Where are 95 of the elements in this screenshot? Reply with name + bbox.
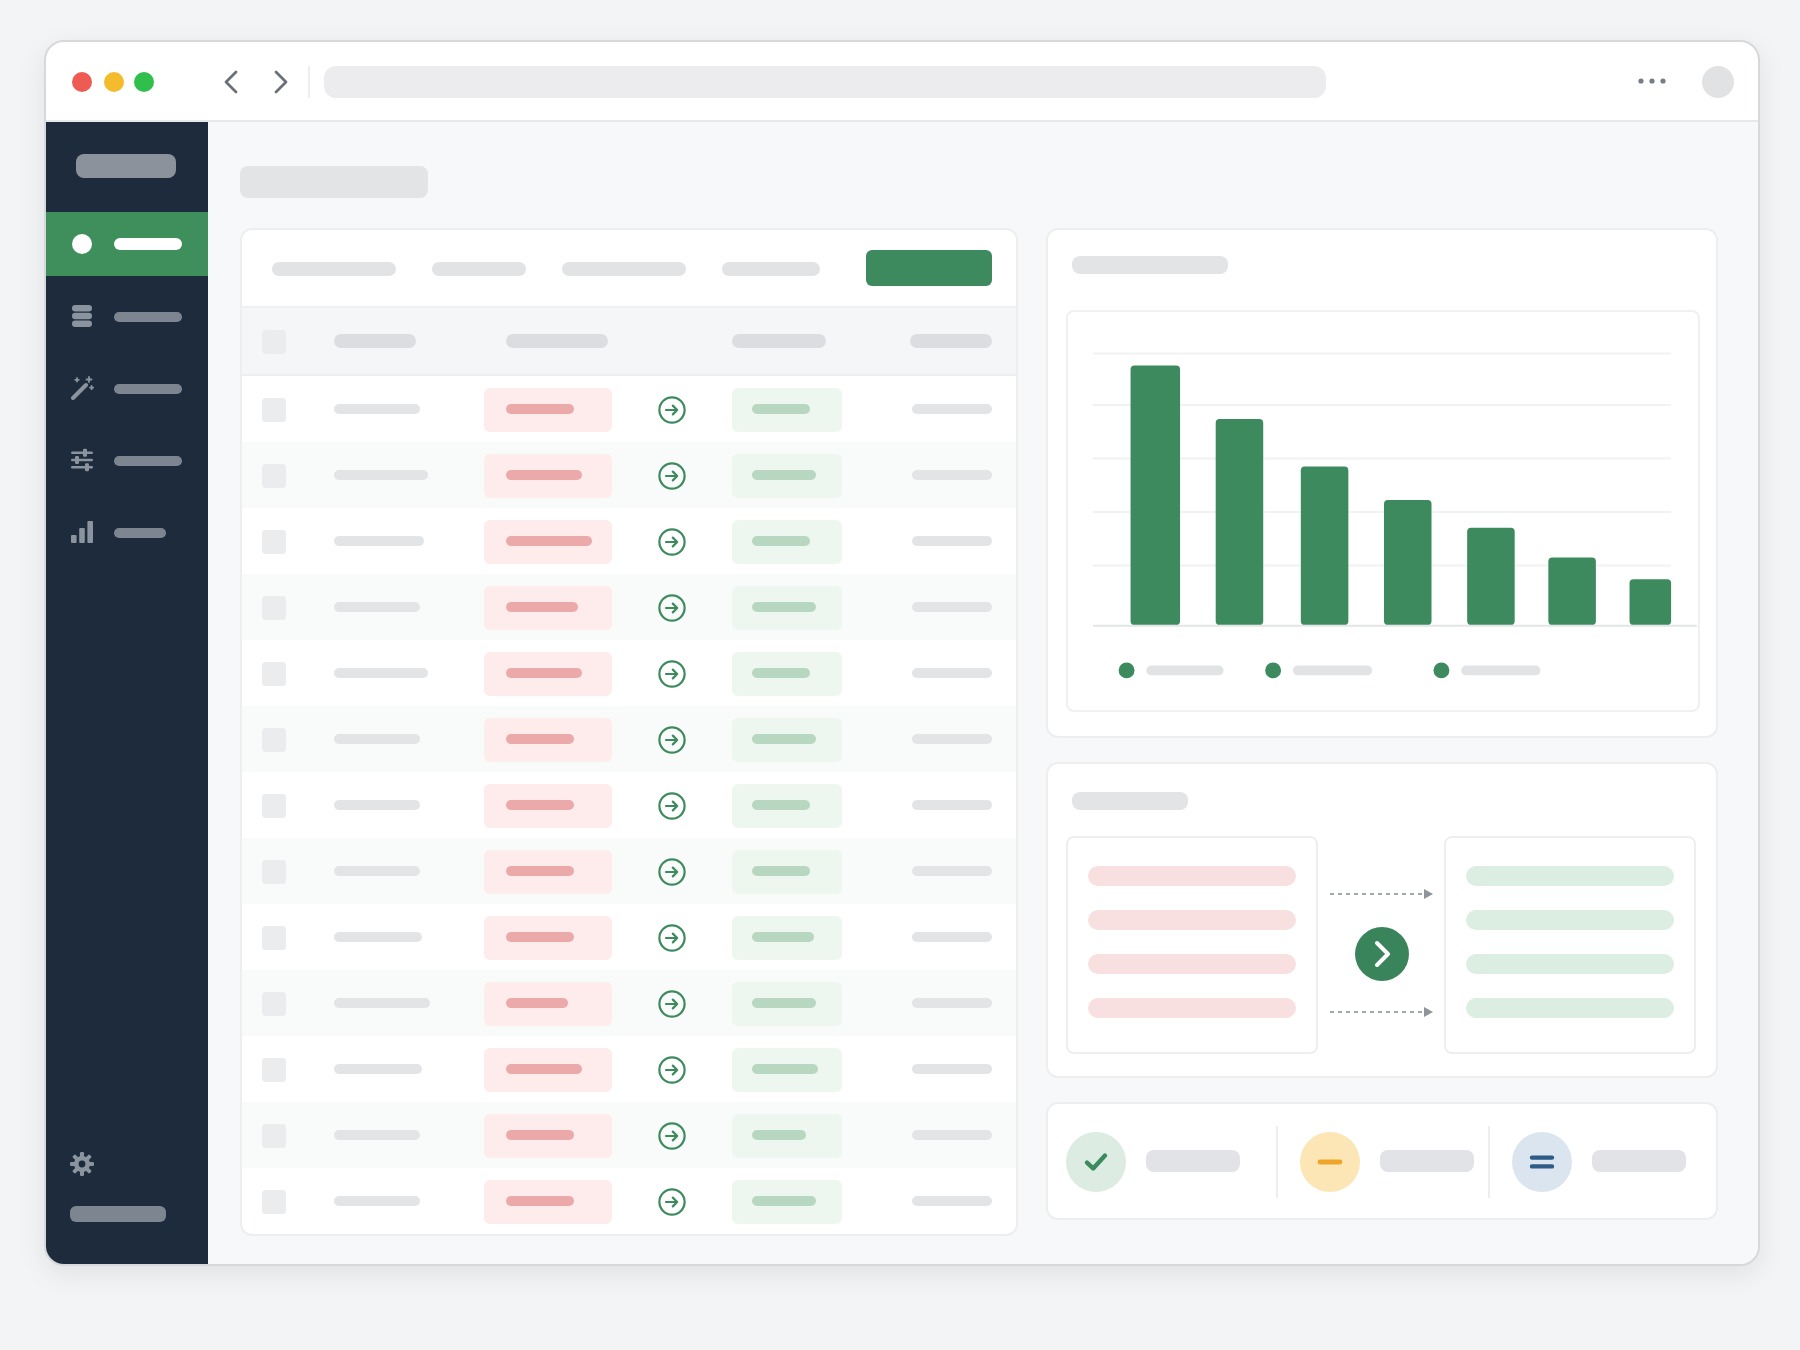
column-header-placeholder — [732, 334, 826, 348]
column-header-placeholder — [506, 334, 608, 348]
tag-placeholder — [506, 1130, 574, 1140]
more-icon[interactable] — [1638, 78, 1666, 84]
wand-icon — [70, 376, 94, 400]
tag-placeholder — [506, 800, 574, 810]
tag-placeholder — [752, 932, 814, 942]
legend-label-placeholder — [1292, 665, 1373, 676]
filter-placeholder — [722, 261, 820, 275]
arrow-circle-icon[interactable] — [658, 857, 686, 885]
tag-placeholder — [752, 404, 810, 414]
label-placeholder — [114, 455, 182, 465]
arrow-circle-icon[interactable] — [658, 593, 686, 621]
tag-placeholder — [506, 404, 574, 414]
arrow-circle-icon[interactable] — [658, 1187, 686, 1215]
cell-placeholder — [334, 404, 420, 414]
legend-label-placeholder — [1461, 665, 1541, 676]
cell-placeholder — [334, 1196, 420, 1206]
chevron-left-icon[interactable] — [224, 69, 238, 93]
tag-placeholder — [506, 866, 574, 876]
arrow-circle-icon[interactable] — [658, 461, 686, 489]
chart-bar — [1548, 557, 1596, 625]
label-placeholder — [114, 383, 182, 393]
cell-placeholder — [334, 536, 424, 546]
tag-placeholder — [752, 536, 810, 546]
tag-placeholder — [506, 932, 574, 942]
tag-placeholder — [752, 734, 816, 744]
chart-bar — [1629, 579, 1672, 625]
legend-label-placeholder — [1146, 665, 1224, 676]
cell-placeholder — [912, 1196, 992, 1206]
tag-placeholder — [752, 866, 810, 876]
chart-bar — [1467, 527, 1515, 625]
cell-placeholder — [334, 800, 420, 810]
cell-placeholder — [912, 1064, 992, 1074]
sliders-icon — [70, 448, 94, 472]
tag-placeholder — [506, 1196, 574, 1206]
tag-placeholder — [752, 1130, 806, 1140]
arrow-circle-icon[interactable] — [658, 1121, 686, 1149]
tag-placeholder — [506, 602, 578, 612]
tag-placeholder — [752, 470, 816, 480]
filter-placeholder — [562, 261, 686, 275]
legend-dot-icon — [1265, 662, 1282, 679]
dotted-arrow — [1329, 889, 1433, 899]
tag-placeholder — [506, 998, 568, 1008]
cell-placeholder — [334, 668, 428, 678]
label-placeholder — [114, 311, 182, 321]
dot-icon — [72, 234, 92, 254]
dotted-arrow — [1329, 1007, 1433, 1017]
tag-placeholder — [506, 668, 582, 678]
arrow-circle-icon[interactable] — [658, 659, 686, 687]
tag-placeholder — [506, 734, 574, 744]
arrow-circle-icon[interactable] — [658, 989, 686, 1017]
chevron-circle-icon[interactable] — [1355, 927, 1409, 981]
legend-dot-icon — [1433, 662, 1450, 679]
cell-placeholder — [334, 1064, 422, 1074]
filter-placeholder — [272, 261, 396, 275]
cell-placeholder — [334, 932, 422, 942]
arrow-circle-icon[interactable] — [658, 395, 686, 423]
nav-item[interactable] — [46, 212, 208, 276]
arrow-circle-icon[interactable] — [658, 1055, 686, 1083]
tag-placeholder — [752, 602, 816, 612]
chart-bar — [1384, 500, 1432, 625]
arrow-circle-icon[interactable] — [658, 725, 686, 753]
database-icon — [70, 304, 94, 328]
legend-dot-icon — [1118, 662, 1135, 679]
tag-placeholder — [506, 1064, 582, 1074]
cell-placeholder — [912, 800, 992, 810]
arrow-circle-icon[interactable] — [658, 527, 686, 555]
label-placeholder — [114, 527, 166, 537]
cell-placeholder — [912, 932, 992, 942]
cell-placeholder — [912, 668, 992, 678]
settings-icon[interactable] — [70, 1152, 94, 1176]
bar-chart-icon — [70, 520, 94, 544]
tag-placeholder — [506, 536, 592, 546]
label-placeholder — [1380, 1150, 1475, 1172]
arrow-circle-icon[interactable] — [658, 923, 686, 951]
label-placeholder — [70, 1206, 166, 1222]
column-header-placeholder — [334, 334, 416, 348]
label-placeholder — [1591, 1150, 1686, 1172]
tag-placeholder — [752, 1196, 816, 1206]
arrow-circle-icon[interactable] — [658, 791, 686, 819]
cell-placeholder — [912, 404, 992, 414]
tag-placeholder — [752, 1064, 818, 1074]
tag-placeholder — [752, 998, 816, 1008]
tag-placeholder — [506, 470, 582, 480]
cell-placeholder — [912, 536, 992, 546]
logo-placeholder — [76, 154, 176, 178]
label-placeholder — [114, 238, 182, 250]
column-header-placeholder — [910, 334, 992, 348]
label-placeholder — [1146, 1150, 1240, 1172]
chevron-right-icon[interactable] — [274, 69, 288, 93]
card-title-placeholder — [1072, 792, 1188, 810]
tag-placeholder — [752, 668, 810, 678]
filter-placeholder — [432, 261, 526, 275]
tag-placeholder — [752, 800, 810, 810]
